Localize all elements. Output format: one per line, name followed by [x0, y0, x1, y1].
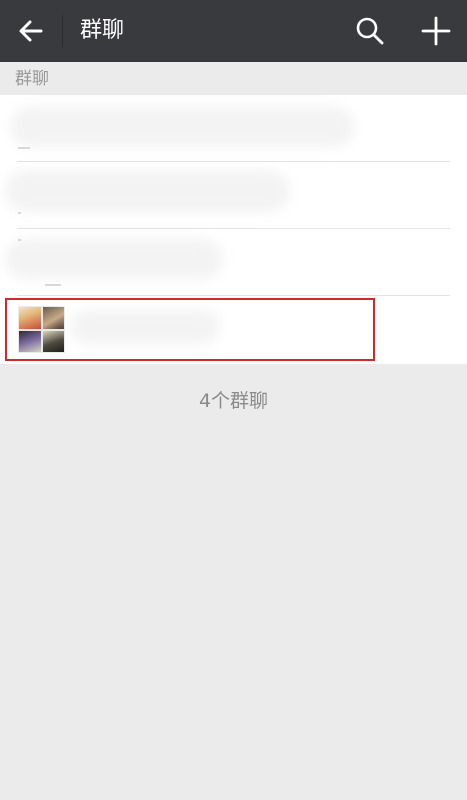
back-button[interactable]	[14, 14, 48, 48]
avatar-tile	[42, 307, 64, 329]
group-chat-list-screen: 群聊 群聊 4个群聊	[0, 0, 467, 800]
search-icon	[356, 17, 384, 45]
blurred-content	[5, 239, 223, 279]
blurred-content	[5, 170, 290, 212]
header-divider	[62, 15, 63, 47]
top-bar: 群聊	[0, 0, 467, 62]
group-avatar	[18, 306, 65, 353]
group-row-2[interactable]	[0, 162, 467, 229]
avatar-tile	[42, 330, 64, 352]
group-row-1[interactable]	[0, 95, 467, 162]
add-button[interactable]	[419, 14, 453, 48]
arrow-left-icon	[19, 20, 43, 42]
group-list	[0, 95, 467, 364]
blurred-content	[18, 212, 21, 214]
plus-icon	[421, 16, 451, 46]
page-title: 群聊	[80, 18, 125, 43]
search-button[interactable]	[353, 14, 387, 48]
avatar-tile	[19, 330, 41, 352]
blurred-content	[45, 284, 61, 286]
section-label: 群聊	[15, 69, 49, 89]
blurred-content	[18, 239, 21, 241]
blurred-content	[70, 310, 220, 344]
group-count: 4个群聊	[198, 390, 269, 412]
blurred-content	[18, 147, 30, 149]
section-header: 群聊	[0, 62, 467, 95]
group-row-4[interactable]	[0, 296, 467, 363]
group-row-3[interactable]	[0, 229, 467, 296]
blurred-content	[10, 107, 355, 147]
avatar-tile	[19, 307, 41, 329]
